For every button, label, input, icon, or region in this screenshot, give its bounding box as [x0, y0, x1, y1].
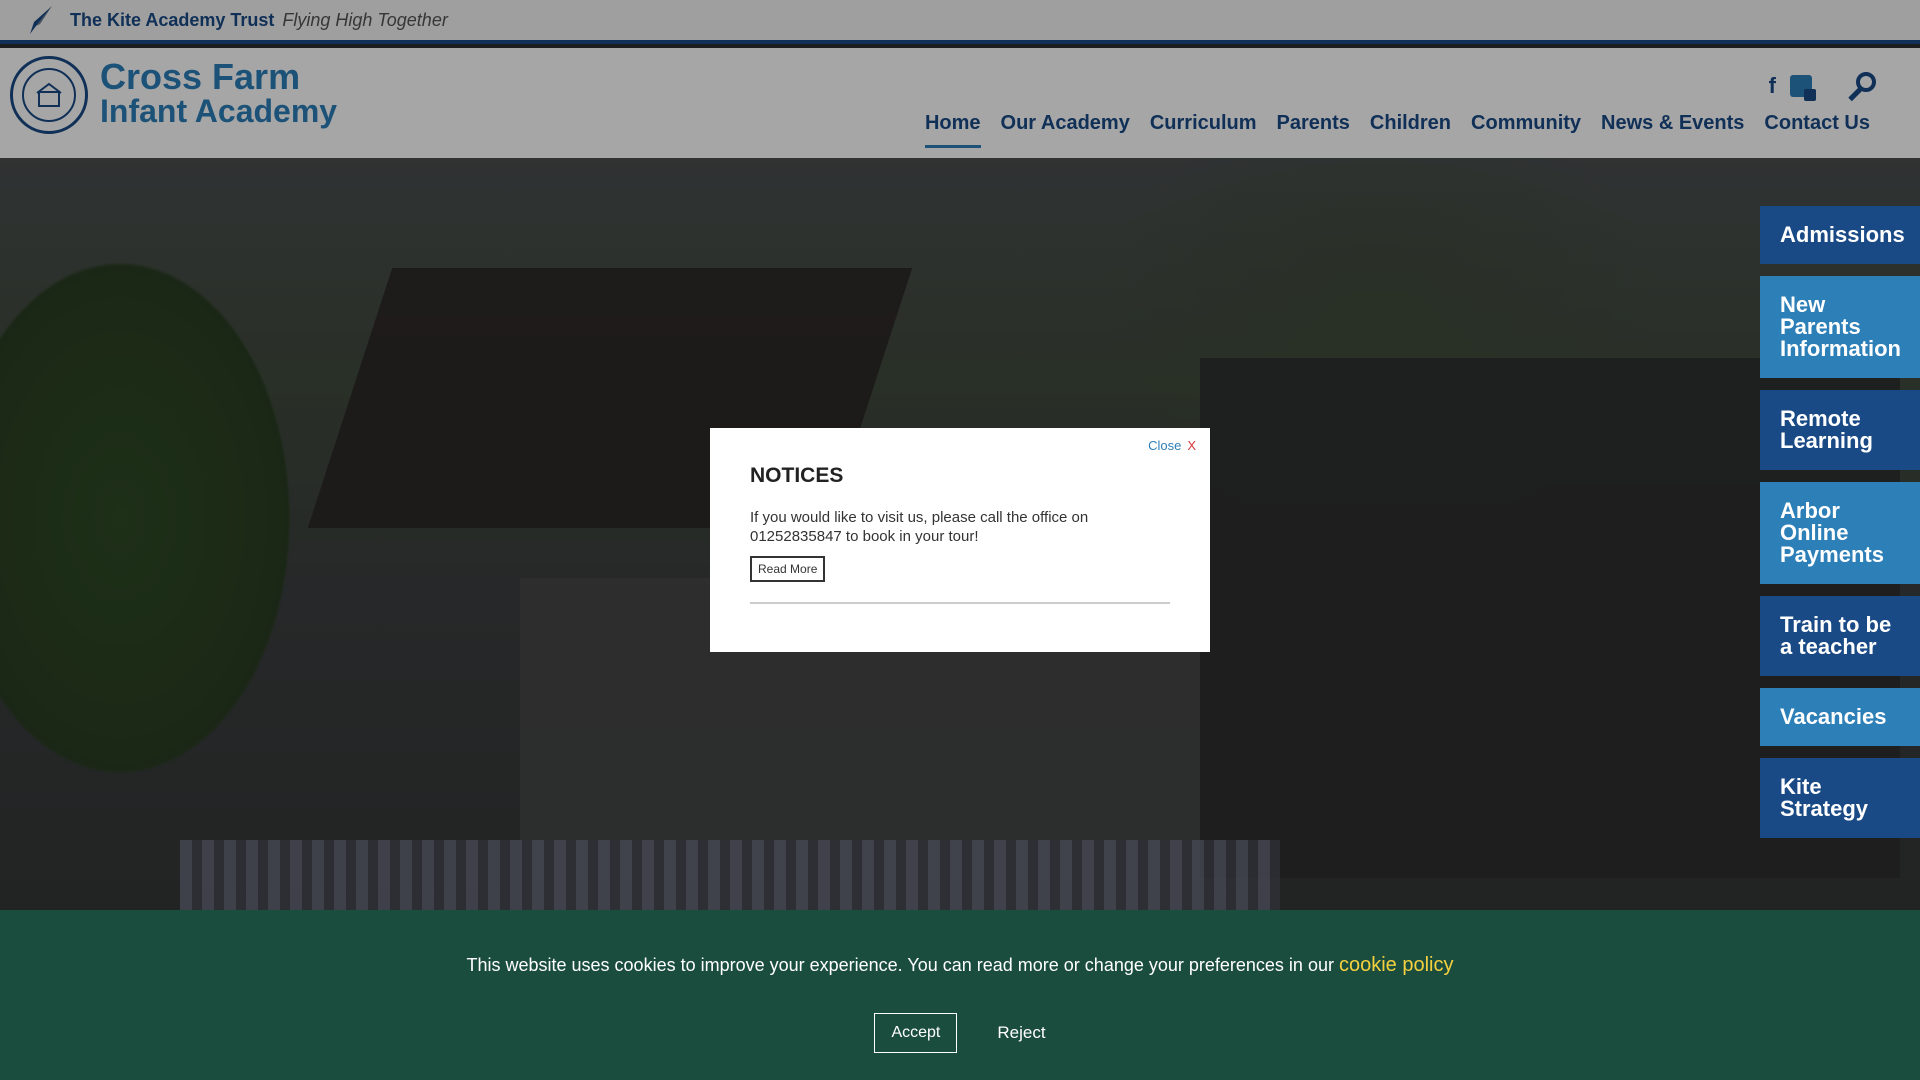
reject-cookies-button[interactable]: Reject [997, 1023, 1045, 1043]
quick-link-arbor-payments[interactable]: Arbor Online Payments [1760, 482, 1920, 584]
cookie-message: This website uses cookies to improve you… [466, 955, 1334, 975]
cookie-policy-link[interactable]: cookie policy [1339, 954, 1454, 976]
quick-link-new-parents[interactable]: New Parents Information [1760, 276, 1920, 378]
quick-links: Admissions New Parents Information Remot… [1760, 206, 1920, 838]
modal-close-label: Close [1148, 438, 1182, 453]
notices-modal: Close X NOTICES If you would like to visi… [710, 428, 1210, 652]
modal-title: NOTICES [750, 464, 844, 487]
quick-link-vacancies[interactable]: Vacancies [1760, 688, 1920, 746]
read-more-button[interactable]: Read More [750, 556, 826, 582]
cookie-banner: This website uses cookies to improve you… [0, 910, 1920, 1080]
modal-divider [750, 602, 1170, 604]
cookie-buttons: Accept Reject [0, 1013, 1920, 1053]
quick-link-admissions[interactable]: Admissions [1760, 206, 1920, 264]
quick-link-train-teacher[interactable]: Train to be a teacher [1760, 596, 1920, 676]
close-icon: X [1187, 438, 1196, 453]
accept-cookies-button[interactable]: Accept [874, 1013, 958, 1053]
modal-close-button[interactable]: Close X [1148, 438, 1196, 453]
quick-link-remote-learning[interactable]: Remote Learning [1760, 390, 1920, 470]
modal-text: If you would like to visit us, please ca… [750, 509, 1089, 545]
quick-link-kite-strategy[interactable]: Kite Strategy [1760, 758, 1920, 838]
cookie-text-row: This website uses cookies to improve you… [0, 954, 1920, 977]
